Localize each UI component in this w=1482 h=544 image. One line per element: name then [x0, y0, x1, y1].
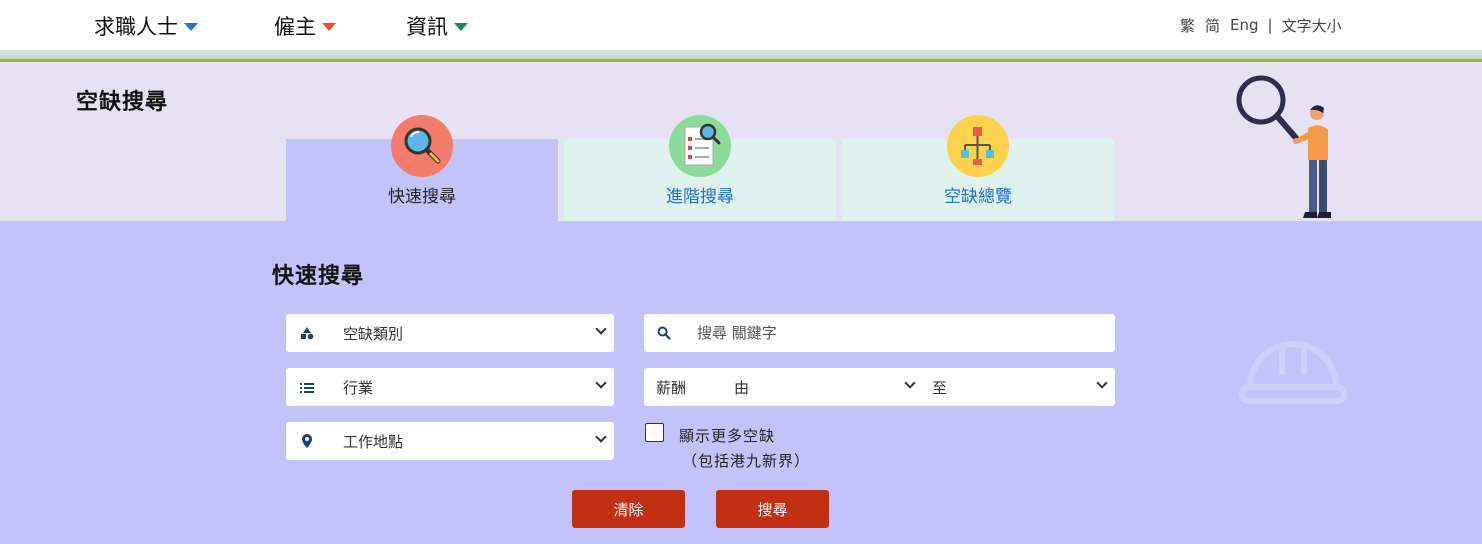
divider: | — [1267, 16, 1273, 34]
vacancy-category-select[interactable]: 空缺類別 — [286, 314, 614, 352]
vacancy-category-value: 空缺類別 — [343, 325, 404, 343]
chevron-down-icon — [1096, 377, 1108, 389]
list-icon — [300, 383, 314, 393]
org-chart-icon — [947, 115, 1009, 177]
tab-vacancy-overview-label: 空缺總覽 — [944, 187, 1012, 207]
tab-advanced-search-label: 進階搜尋 — [666, 187, 734, 207]
nav-job-seekers-label: 求職人士 — [94, 15, 178, 39]
font-size-link[interactable]: 文字大小 — [1282, 15, 1342, 36]
show-more-vacancies-sublabel: （包括港九新界） — [682, 452, 811, 470]
nav-information-label: 資訊 — [406, 15, 448, 39]
map-pin-icon — [302, 434, 312, 448]
salary-label: 薪酬 — [656, 379, 687, 397]
nav-employers[interactable]: 僱主 — [274, 11, 336, 41]
chevron-down-icon — [595, 323, 607, 335]
chevron-down-icon — [904, 377, 916, 389]
chevron-down-icon — [595, 377, 607, 389]
salary-range-field: 薪酬 由 至 — [644, 368, 1115, 406]
keyword-search-field[interactable] — [644, 314, 1115, 352]
tab-quick-search-label: 快速搜尋 — [388, 187, 456, 207]
chevron-down-icon — [322, 23, 336, 31]
chevron-down-icon — [184, 23, 198, 31]
shapes-icon — [301, 327, 314, 340]
industry-value: 行業 — [343, 379, 374, 397]
language-and-font-controls: 繁 简 Eng | 文字大小 — [1180, 15, 1342, 35]
search-button[interactable]: 搜尋 — [716, 490, 829, 528]
chevron-down-icon — [454, 23, 468, 31]
magnifier-icon — [391, 115, 453, 177]
chevron-down-icon — [595, 431, 607, 443]
helmet-watermark-icon — [1238, 325, 1348, 414]
page-title: 空缺搜尋 — [76, 90, 169, 115]
section-title: 快速搜尋 — [272, 264, 365, 289]
show-more-vacancies-label: 顯示更多空缺 — [679, 427, 776, 445]
salary-from-select[interactable]: 由 — [734, 377, 749, 398]
accent-line — [0, 59, 1482, 62]
lang-english-link[interactable]: Eng — [1230, 16, 1259, 34]
industry-select[interactable]: 行業 — [286, 368, 614, 406]
top-navigation: 求職人士 僱主 資訊 繁 简 Eng | 文字大小 — [0, 0, 1482, 50]
search-person-illustration — [1228, 70, 1348, 222]
work-location-select[interactable]: 工作地點 — [286, 422, 614, 460]
search-icon — [657, 326, 671, 340]
nav-shadow — [0, 50, 1482, 59]
work-location-value: 工作地點 — [343, 433, 404, 451]
nav-job-seekers[interactable]: 求職人士 — [94, 11, 198, 41]
checklist-search-icon — [669, 115, 731, 177]
show-more-vacancies-checkbox[interactable] — [645, 423, 664, 442]
lang-simplified-link[interactable]: 简 — [1205, 15, 1220, 36]
nav-employers-label: 僱主 — [274, 15, 316, 39]
clear-button[interactable]: 清除 — [572, 490, 685, 528]
salary-to-select[interactable]: 至 — [932, 377, 947, 398]
keyword-input[interactable] — [644, 314, 1115, 352]
lang-traditional-link[interactable]: 繁 — [1180, 15, 1195, 36]
nav-information[interactable]: 資訊 — [406, 11, 468, 41]
